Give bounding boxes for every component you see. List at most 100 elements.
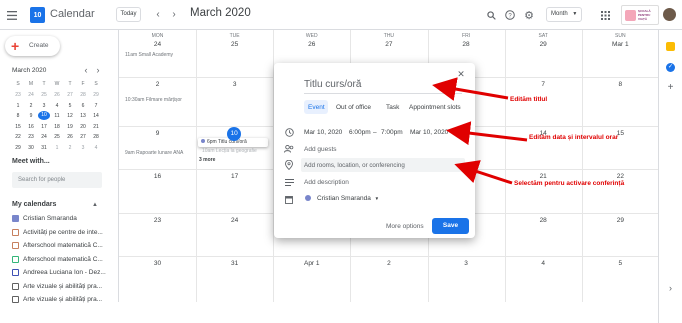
calendar-checkbox[interactable]: [12, 269, 19, 276]
calendar-list-item[interactable]: Afterschool matematică C...: [12, 242, 103, 249]
tab-task[interactable]: Task: [386, 104, 399, 111]
mini-day[interactable]: 20: [77, 124, 89, 130]
event-title-input[interactable]: Titlu curs/oră: [304, 79, 462, 94]
location-input[interactable]: Add rooms, location, or conferencing: [301, 158, 465, 172]
add-guests[interactable]: Add guests: [304, 146, 337, 153]
event-faded-geografie[interactable]: 10am Lecția la geografie: [202, 148, 257, 154]
help-icon[interactable]: ?: [504, 9, 516, 21]
mini-day[interactable]: 13: [77, 113, 89, 119]
mini-day[interactable]: 29: [90, 92, 102, 98]
mini-day[interactable]: 27: [64, 92, 76, 98]
mini-day[interactable]: 15: [12, 124, 24, 130]
more-options-button[interactable]: More options: [386, 223, 424, 230]
calendar-checkbox[interactable]: [12, 228, 19, 236]
today-button[interactable]: Today: [116, 7, 141, 22]
calendar-list-item[interactable]: Andreea Luciana Ion - Dez...: [12, 269, 106, 276]
mini-day[interactable]: 25: [51, 134, 63, 140]
mini-day[interactable]: 3: [77, 145, 89, 151]
day-cell-number[interactable]: 31: [196, 260, 273, 267]
mini-day[interactable]: 26: [64, 134, 76, 140]
mini-day[interactable]: 14: [90, 113, 102, 119]
my-calendars-label[interactable]: My calendars: [12, 201, 56, 208]
day-cell-number[interactable]: 3: [428, 260, 505, 267]
prev-chevron-icon[interactable]: ‹: [153, 8, 163, 21]
mini-day[interactable]: 30: [25, 145, 37, 151]
start-time[interactable]: 6:00pm: [349, 129, 371, 136]
search-people-input[interactable]: Search for people: [12, 172, 102, 188]
mini-day[interactable]: 21: [90, 124, 102, 130]
mini-day[interactable]: 6: [77, 103, 89, 109]
calendar-list-item[interactable]: Activități pe centre de inte...: [12, 228, 103, 236]
mini-day[interactable]: 1: [51, 145, 63, 151]
mini-day[interactable]: 28: [77, 92, 89, 98]
start-date[interactable]: Mar 10, 2020: [304, 129, 342, 136]
mini-day[interactable]: 8: [12, 113, 24, 119]
day-cell-number[interactable]: 23: [119, 217, 196, 224]
day-cell-number[interactable]: 9: [119, 130, 196, 137]
event-filmare[interactable]: 10:30am Filmare mărțișor: [125, 97, 182, 103]
mini-next-icon[interactable]: ›: [94, 65, 102, 75]
mini-day[interactable]: 27: [77, 134, 89, 140]
mini-day[interactable]: 23: [25, 134, 37, 140]
mini-day[interactable]: 17: [38, 124, 50, 130]
mini-day[interactable]: 23: [12, 92, 24, 98]
main-menu-icon[interactable]: [6, 9, 18, 21]
day-cell-number[interactable]: 21: [505, 173, 582, 180]
mini-day[interactable]: 29: [12, 145, 24, 151]
mini-day[interactable]: 16: [25, 124, 37, 130]
day-cell-number[interactable]: 2: [350, 260, 427, 267]
end-date[interactable]: Mar 10, 2020: [410, 129, 448, 136]
calendar-list-item[interactable]: Arte vizuale și abilități pra...: [12, 296, 102, 303]
mini-day[interactable]: 4: [90, 145, 102, 151]
apps-grid-icon[interactable]: [599, 9, 611, 21]
calendar-checkbox[interactable]: [12, 296, 19, 303]
day-cell-number[interactable]: 29: [582, 217, 659, 224]
event-rapoarte[interactable]: 9am Rapoarte lunare ANA: [125, 150, 183, 156]
calendar-list-item[interactable]: Arte vizuale și abilități pra...: [12, 282, 102, 290]
add-description[interactable]: Add description: [304, 179, 349, 186]
mini-day[interactable]: 24: [38, 134, 50, 140]
account-avatar[interactable]: [663, 8, 676, 21]
mini-day[interactable]: 9: [25, 113, 37, 119]
calendar-list-item[interactable]: Afterschool matematică C...: [12, 255, 103, 263]
day-cell-number[interactable]: 24: [196, 217, 273, 224]
tasks-icon[interactable]: ✓: [666, 63, 675, 72]
mini-day[interactable]: 25: [38, 92, 50, 98]
day-cell-number[interactable]: 28: [428, 41, 505, 48]
tab-out-of-office[interactable]: Out of office: [336, 104, 371, 111]
calendar-selector[interactable]: Cristian Smaranda ▼: [317, 195, 379, 202]
search-icon[interactable]: [485, 9, 497, 21]
day-cell-number[interactable]: 17: [196, 173, 273, 180]
more-events-link[interactable]: 3 more: [199, 157, 215, 163]
mini-day[interactable]: 7: [90, 103, 102, 109]
calendar-checkbox[interactable]: [12, 242, 19, 249]
view-selector[interactable]: Month ▼: [546, 7, 582, 22]
mini-day[interactable]: 5: [64, 103, 76, 109]
mini-day[interactable]: 26: [51, 92, 63, 98]
calendar-checkbox[interactable]: [12, 282, 19, 290]
day-cell-number[interactable]: 4: [505, 260, 582, 267]
mini-day[interactable]: 1: [12, 103, 24, 109]
day-cell-number[interactable]: 29: [505, 41, 582, 48]
calendar-checkbox[interactable]: [12, 215, 19, 222]
mini-day[interactable]: 11: [51, 113, 63, 119]
next-chevron-icon[interactable]: ›: [169, 8, 179, 21]
day-cell-number[interactable]: 25: [196, 41, 273, 48]
save-button[interactable]: Save: [432, 218, 469, 234]
keep-icon[interactable]: [666, 42, 675, 51]
create-button[interactable]: + Create: [5, 36, 60, 56]
day-cell-number[interactable]: 8: [582, 81, 659, 88]
add-addon-icon[interactable]: +: [665, 82, 676, 93]
mini-prev-icon[interactable]: ‹: [82, 65, 90, 75]
day-cell-number[interactable]: 16: [119, 173, 196, 180]
day-cell-number[interactable]: 26: [273, 41, 350, 48]
day-cell-number[interactable]: 3: [196, 81, 273, 88]
day-cell-number[interactable]: 5: [582, 260, 659, 267]
day-cell-number[interactable]: 30: [119, 260, 196, 267]
settings-gear-icon[interactable]: ⚙: [523, 9, 535, 22]
mini-day[interactable]: 31: [38, 145, 50, 151]
mini-day[interactable]: 3: [38, 103, 50, 109]
collapse-chevron-icon[interactable]: ▲: [90, 200, 100, 210]
event-small-academy[interactable]: 11am Small Academy: [125, 52, 173, 58]
day-cell-number[interactable]: 28: [505, 217, 582, 224]
